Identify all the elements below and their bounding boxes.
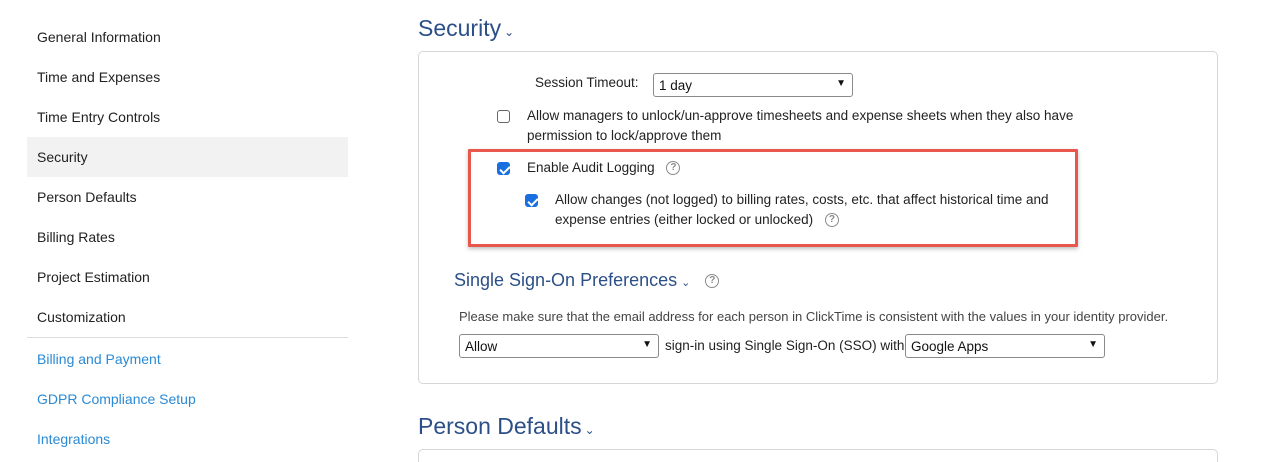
sidebar-link-gdpr-compliance-setup[interactable]: GDPR Compliance Setup (27, 379, 348, 419)
allow-managers-unlock-checkbox[interactable] (497, 110, 510, 123)
chevron-down-icon: ⌄ (681, 277, 691, 289)
sidebar-item-time-and-expenses[interactable]: Time and Expenses (27, 57, 348, 97)
person-defaults-panel (418, 449, 1218, 462)
allow-managers-unlock-line2: permission to lock/approve them (527, 128, 722, 143)
sso-mode-select[interactable]: Allow (459, 334, 659, 358)
sidebar-item-time-entry-controls[interactable]: Time Entry Controls (27, 97, 348, 137)
sso-title-text: Single Sign-On Preferences (454, 270, 678, 290)
person-defaults-title-text: Person Defaults (418, 413, 582, 439)
sidebar-link-integrations[interactable]: Integrations (27, 419, 348, 459)
session-timeout-select-wrap: 1 day ▼ (653, 73, 853, 97)
chevron-down-icon: ⌄ (504, 25, 515, 39)
sso-provider-select[interactable]: Google Apps (905, 334, 1105, 358)
sidebar-item-customization[interactable]: Customization (27, 297, 348, 337)
sidebar-link-billing-and-payment[interactable]: Billing and Payment (27, 339, 348, 379)
person-defaults-section-title[interactable]: Person Defaults ⌄ (418, 413, 595, 440)
security-section-title[interactable]: Security ⌄ (418, 15, 514, 42)
session-timeout-select[interactable]: 1 day (653, 73, 853, 97)
sidebar-item-person-defaults[interactable]: Person Defaults (27, 177, 348, 217)
sidebar-item-billing-rates[interactable]: Billing Rates (27, 217, 348, 257)
sso-note: Please make sure that the email address … (459, 309, 1169, 324)
sso-mode-select-wrap: Allow ▼ (459, 334, 659, 358)
security-title-text: Security (418, 15, 502, 41)
audit-logging-highlight-box (468, 149, 1078, 247)
sidebar-item-project-estimation[interactable]: Project Estimation (27, 257, 348, 297)
session-timeout-label: Session Timeout: (535, 75, 639, 90)
allow-managers-unlock-label: Allow managers to unlock/un-approve time… (527, 106, 1087, 146)
sso-middle-text: sign-in using Single Sign-On (SSO) with (665, 338, 905, 353)
sidebar-item-general-information[interactable]: General Information (27, 17, 348, 57)
chevron-down-icon: ⌄ (584, 423, 595, 437)
settings-sidebar: General Information Time and Expenses Ti… (27, 17, 348, 459)
sso-section-title[interactable]: Single Sign-On Preferences ⌄ ? (454, 270, 720, 291)
allow-managers-unlock-line1: Allow managers to unlock/un-approve time… (527, 108, 1074, 123)
sidebar-item-security[interactable]: Security (27, 137, 348, 177)
sso-provider-select-wrap: Google Apps ▼ (905, 334, 1105, 358)
sidebar-divider (27, 337, 348, 338)
help-icon[interactable]: ? (705, 274, 720, 289)
